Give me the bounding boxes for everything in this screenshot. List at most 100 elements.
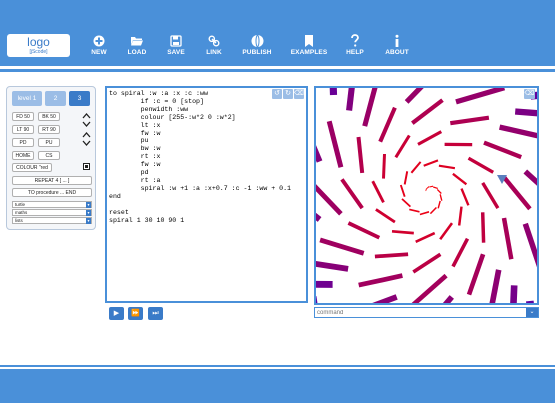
nav-help-label: HELP [346, 49, 364, 56]
spiral-segment [426, 186, 430, 189]
colour-button[interactable]: COLOUR "red [12, 163, 52, 172]
nav-load[interactable]: LOAD [125, 34, 149, 57]
spiral-segment [411, 98, 444, 125]
spiral-segment [391, 229, 414, 235]
spiral-segment [347, 221, 381, 240]
spiral-segment [455, 88, 506, 105]
editor-toolbar: ↺ ↻ ⌫ [272, 89, 304, 100]
bottom-bar [0, 369, 555, 403]
repeat-button[interactable]: REPEAT 4 [ ... ] [12, 176, 92, 185]
spiral-segment [358, 273, 403, 288]
code-editor[interactable]: to spiral :w :a :x :c :ww if :c = 0 [sto… [105, 86, 308, 303]
spiral-segment [501, 217, 514, 260]
spiral-segment [372, 294, 398, 303]
top-bar [0, 0, 555, 66]
lists-select-label: lists [15, 218, 23, 223]
maths-select[interactable]: maths ▾ [12, 209, 92, 216]
spiral-segment [439, 194, 443, 201]
spiral-segment [429, 206, 437, 215]
nav-examples[interactable]: EXAMPLES [290, 34, 328, 57]
lists-select[interactable]: lists ▾ [12, 217, 92, 224]
spiral-segment [452, 172, 468, 186]
spiral-segment [401, 198, 412, 208]
run-fast-button[interactable]: ⏩ [128, 307, 143, 320]
spiral-segment [437, 200, 441, 209]
spiral-segment [451, 237, 470, 268]
spiral-segment [378, 106, 397, 143]
tab-level-2[interactable]: 2 [45, 91, 66, 106]
spiral-segment [489, 269, 502, 303]
code-text[interactable]: to spiral :w :a :x :c :ww if :c = 0 [sto… [109, 90, 291, 224]
turtle-select[interactable]: turtle ▾ [12, 201, 92, 208]
eraser-icon[interactable]: ⌫ [524, 89, 535, 99]
cs-button[interactable]: CS [38, 151, 60, 160]
rt-button[interactable]: RT 90 [38, 125, 60, 134]
nav-save-label: SAVE [167, 49, 185, 56]
spiral-segment [419, 211, 430, 216]
spiral-segment [481, 182, 500, 209]
command-bar: ⌄ [314, 307, 539, 318]
nav-about[interactable]: ABOUT [384, 34, 410, 57]
pd-button[interactable]: PD [12, 138, 34, 147]
spiral-segment [394, 134, 411, 159]
folder-open-icon [131, 37, 143, 46]
fd-button[interactable]: FD 50 [12, 112, 34, 121]
spiral-segment [417, 130, 443, 146]
pu-button[interactable]: PU [38, 138, 60, 147]
undo-icon[interactable]: ↺ [272, 89, 282, 99]
spiral-segment [329, 88, 338, 96]
chevron-up-down-icon[interactable] [82, 131, 91, 147]
bookmark-icon [305, 35, 313, 47]
run-button[interactable]: ▶ [109, 307, 124, 320]
spiral-segment [510, 285, 518, 303]
logo[interactable]: logo [jScode] [7, 34, 70, 57]
plus-circle-icon [93, 35, 105, 47]
nav-save[interactable]: SAVE [164, 34, 188, 57]
home-button[interactable]: HOME [12, 151, 34, 160]
procedure-button[interactable]: TO procedure ... END [12, 188, 92, 197]
nav-link[interactable]: LINK [204, 34, 224, 57]
turtle-canvas[interactable]: ⌫ [314, 86, 539, 305]
colour-picker-icon[interactable] [83, 163, 90, 170]
nav-new-label: NEW [91, 49, 107, 56]
spiral-segment [433, 186, 438, 189]
tab-level-1[interactable]: level 1 [12, 91, 42, 106]
redo-icon[interactable]: ↻ [283, 89, 293, 99]
tab-level-3[interactable]: 3 [69, 91, 90, 106]
spiral-segment [415, 231, 436, 244]
spiral-segment [483, 140, 522, 160]
chevron-up-down-icon[interactable] [82, 112, 91, 128]
spiral-segment [382, 153, 386, 179]
bk-button[interactable]: BK 50 [38, 112, 60, 121]
maths-select-label: maths [15, 210, 28, 215]
spiral-segment [502, 175, 532, 211]
spiral-segment [316, 260, 349, 272]
chevron-down-icon[interactable]: ⌄ [526, 308, 538, 317]
spiral-segment [439, 222, 454, 240]
spiral-segment [340, 178, 364, 210]
level-tabs: level 1 2 3 [12, 91, 92, 106]
globe-icon [251, 34, 263, 48]
spiral-segment [460, 188, 470, 206]
nav-new[interactable]: NEW [88, 34, 110, 57]
spiral-segment [316, 184, 343, 216]
nav-help[interactable]: HELP [344, 34, 366, 57]
spiral-segment [525, 300, 534, 303]
logo-subtext: [jScode] [29, 49, 48, 55]
nav-examples-label: EXAMPLES [290, 49, 328, 56]
command-input[interactable] [317, 309, 522, 317]
eraser-icon[interactable]: ⌫ [294, 89, 304, 99]
question-icon [351, 34, 359, 47]
run-instant-button[interactable]: ⏭ [148, 307, 163, 320]
fast-forward-icon: ⏩ [131, 310, 140, 317]
floppy-disk-icon [170, 35, 182, 47]
spiral-segment [411, 273, 448, 303]
spiral-segment [316, 145, 323, 163]
spiral-segment [514, 108, 537, 117]
nav-publish[interactable]: PUBLISH [240, 34, 274, 57]
spiral-segment [404, 88, 424, 104]
lt-button[interactable]: LT 90 [12, 125, 34, 134]
info-icon [395, 34, 399, 47]
spiral-segment [522, 222, 537, 268]
spiral-segment [403, 171, 409, 185]
